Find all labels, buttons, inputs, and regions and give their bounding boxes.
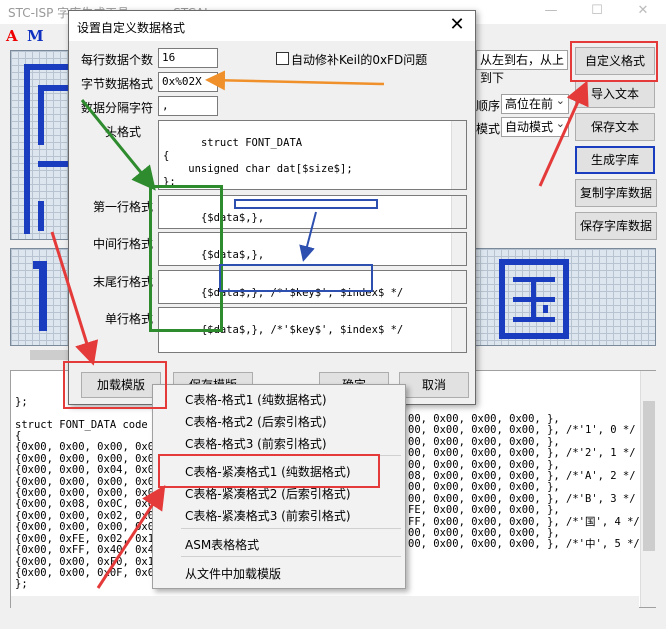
arrow-to-load-template — [50, 231, 99, 366]
arrow-to-byte-format — [205, 70, 385, 91]
arrow-to-last-line — [299, 211, 317, 262]
arrow-to-custom-format — [538, 80, 589, 187]
annotation-arrows — [50, 70, 589, 589]
arrow-to-compact-format — [96, 484, 166, 589]
arrow-to-data-fields — [80, 99, 156, 191]
